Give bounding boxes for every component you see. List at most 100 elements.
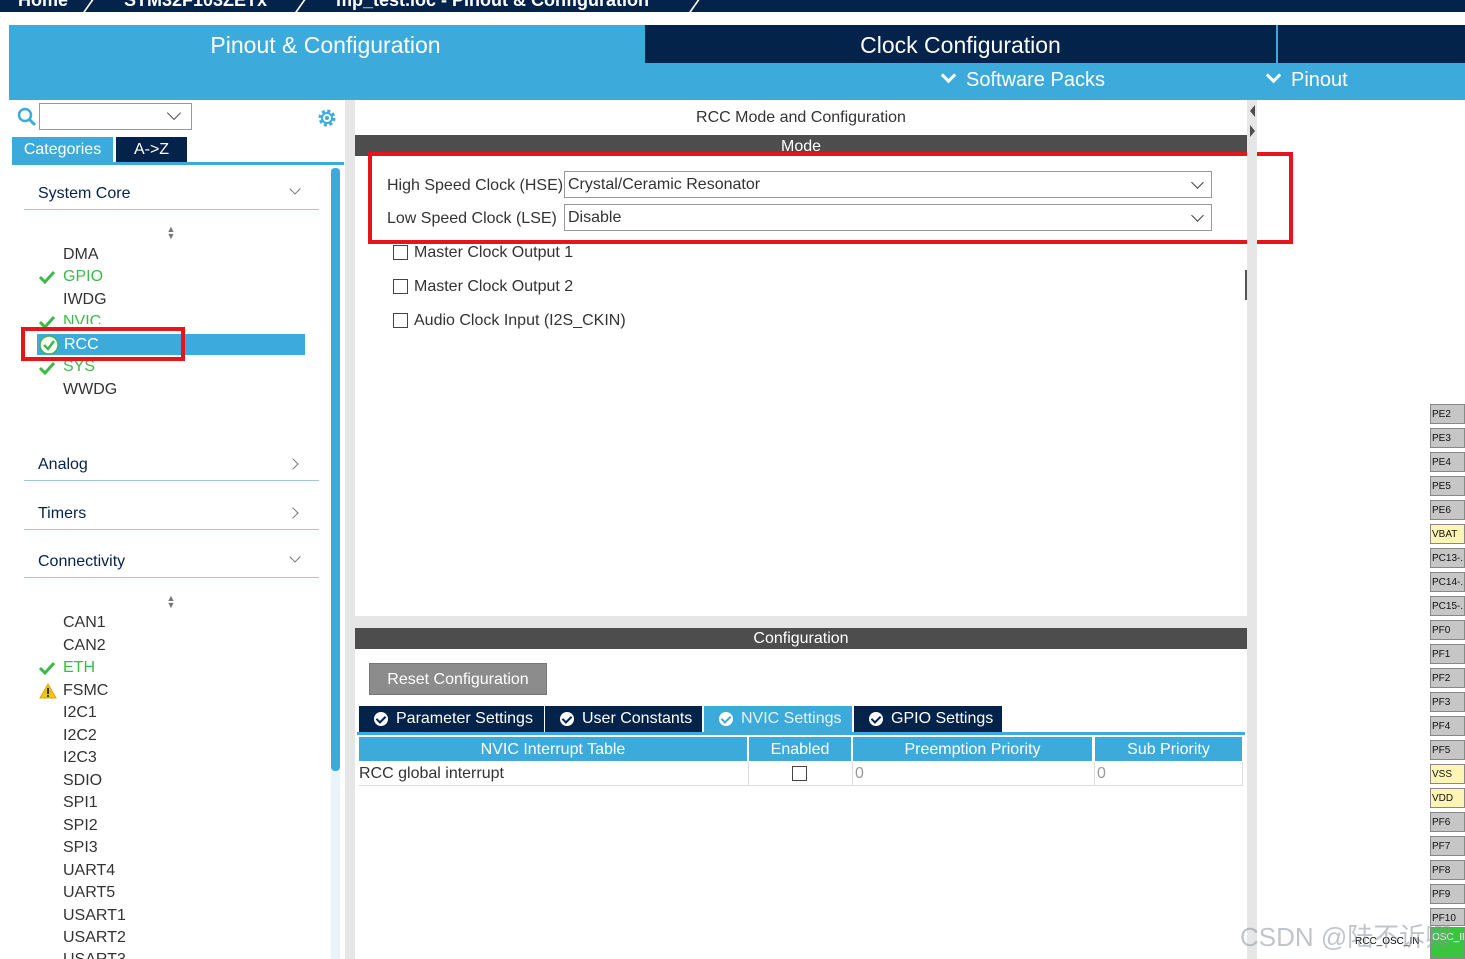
- audio-clock-checkbox[interactable]: [393, 313, 408, 328]
- tab-pinout-configuration[interactable]: Pinout & Configuration: [9, 25, 642, 63]
- breadcrumb-separator: [80, 0, 98, 12]
- main-tab-bar: Pinout & Configuration Clock Configurati…: [9, 25, 1465, 100]
- list-item-usart3[interactable]: USART3: [63, 951, 126, 959]
- list-item-can1[interactable]: CAN1: [63, 614, 106, 632]
- sort-icon[interactable]: ▲ ▼: [166, 225, 176, 241]
- gear-icon[interactable]: [316, 107, 338, 129]
- list-item-usart2[interactable]: USART2: [63, 929, 126, 947]
- scrollbar-thumb[interactable]: [331, 168, 340, 771]
- list-item-i2c1[interactable]: I2C1: [63, 704, 97, 722]
- list-item-sdio[interactable]: SDIO: [63, 772, 102, 790]
- pin-pf5[interactable]: PF5: [1430, 740, 1465, 760]
- splitter[interactable]: [355, 616, 1247, 628]
- list-item-can2[interactable]: CAN2: [63, 637, 106, 655]
- pin-vbat[interactable]: VBAT: [1430, 524, 1465, 544]
- pin-vdd[interactable]: VDD: [1430, 788, 1465, 808]
- list-item-uart4[interactable]: UART4: [63, 862, 115, 880]
- check-circle-icon: [560, 712, 574, 726]
- group-title: System Core: [38, 185, 131, 202]
- configuration-header[interactable]: Configuration: [355, 628, 1247, 649]
- pin-pe3[interactable]: PE3: [1430, 428, 1465, 448]
- group-connectivity[interactable]: Connectivity: [24, 548, 319, 578]
- search-input[interactable]: [39, 103, 192, 130]
- pin-pc14[interactable]: PC14-.: [1430, 572, 1465, 592]
- tab-label: User Constants: [582, 710, 693, 727]
- list-item-uart5[interactable]: UART5: [63, 884, 115, 902]
- sort-icon[interactable]: ▲ ▼: [166, 594, 176, 610]
- list-item-i2c2[interactable]: I2C2: [63, 727, 97, 745]
- tab-a-to-z[interactable]: A->Z: [116, 137, 187, 163]
- list-item-wwdg[interactable]: WWDG: [63, 381, 117, 399]
- pin-pe2[interactable]: PE2: [1430, 404, 1465, 424]
- enabled-checkbox[interactable]: [792, 766, 807, 781]
- pin-pe6[interactable]: PE6: [1430, 500, 1465, 520]
- pinout-menu-label: Pinout: [1291, 69, 1348, 91]
- mco1-checkbox[interactable]: [393, 245, 408, 260]
- list-item-gpio[interactable]: GPIO: [63, 268, 103, 286]
- list-item-spi2[interactable]: SPI2: [63, 817, 98, 835]
- pin-pc13[interactable]: PC13-.: [1430, 548, 1465, 568]
- breadcrumb-device[interactable]: STM32F103ZETx: [124, 0, 267, 11]
- software-packs-label: Software Packs: [966, 69, 1105, 91]
- pinout-menu[interactable]: Pinout: [1265, 67, 1348, 92]
- pin-vss[interactable]: VSS: [1430, 764, 1465, 784]
- column-header[interactable]: NVIC Interrupt Table: [359, 737, 747, 761]
- list-item-dma[interactable]: DMA: [63, 246, 99, 264]
- group-timers[interactable]: Timers: [24, 500, 319, 530]
- pin-pf8[interactable]: PF8: [1430, 860, 1465, 880]
- group-system-core[interactable]: System Core: [24, 180, 319, 210]
- list-item-spi1[interactable]: SPI1: [63, 794, 98, 812]
- warning-icon: [39, 683, 57, 699]
- pin-pe5[interactable]: PE5: [1430, 476, 1465, 496]
- column-header[interactable]: Preemption Priority: [853, 737, 1092, 761]
- table-cell-sub-priority[interactable]: 0: [1095, 762, 1243, 786]
- group-analog[interactable]: Analog: [24, 451, 319, 481]
- check-circle-icon: [869, 712, 883, 726]
- pin-pf9[interactable]: PF9: [1430, 884, 1465, 904]
- tab-extra[interactable]: [1278, 25, 1465, 63]
- pin-pf6[interactable]: PF6: [1430, 812, 1465, 832]
- table-cell-preemption[interactable]: 0: [853, 762, 1095, 786]
- list-item-iwdg[interactable]: IWDG: [63, 291, 107, 309]
- check-icon: [39, 361, 55, 375]
- pin-pe4[interactable]: PE4: [1430, 452, 1465, 472]
- tab-parameter-settings[interactable]: Parameter Settings: [359, 706, 544, 732]
- mco2-checkbox[interactable]: [393, 279, 408, 294]
- splitter-handle[interactable]: [1245, 270, 1247, 300]
- tab-categories[interactable]: Categories: [12, 137, 113, 163]
- pin-pf2[interactable]: PF2: [1430, 668, 1465, 688]
- search-icon[interactable]: [17, 107, 37, 127]
- breadcrumb-home[interactable]: Home: [18, 0, 68, 11]
- watermark: CSDN @陆不诉卿: [1240, 922, 1452, 952]
- list-item-fsmc[interactable]: FSMC: [63, 682, 108, 700]
- breadcrumb-project[interactable]: mp_test.ioc - Pinout & Configuration: [336, 0, 649, 11]
- column-header[interactable]: Sub Priority: [1095, 737, 1242, 761]
- tab-clock-configuration[interactable]: Clock Configuration: [645, 25, 1276, 63]
- list-item-eth[interactable]: ETH: [63, 659, 95, 677]
- table-cell-enabled: [749, 762, 853, 786]
- software-packs-menu[interactable]: Software Packs: [940, 67, 1105, 92]
- pin-pf3[interactable]: PF3: [1430, 692, 1465, 712]
- pin-pc15[interactable]: PC15-.: [1430, 596, 1465, 616]
- pin-pf0[interactable]: PF0: [1430, 620, 1465, 640]
- group-title: Timers: [38, 505, 87, 522]
- panel-divider[interactable]: [1247, 100, 1257, 959]
- list-item-i2c3[interactable]: I2C3: [63, 749, 97, 767]
- tab-user-constants[interactable]: User Constants: [545, 706, 702, 732]
- tab-label: Parameter Settings: [396, 710, 533, 727]
- collapse-icon[interactable]: [1247, 103, 1257, 139]
- pin-pf1[interactable]: PF1: [1430, 644, 1465, 664]
- list-item-spi3[interactable]: SPI3: [63, 839, 98, 857]
- reset-configuration-button[interactable]: Reset Configuration: [369, 663, 547, 695]
- tab-nvic-settings[interactable]: NVIC Settings: [704, 706, 852, 732]
- pin-pf7[interactable]: PF7: [1430, 836, 1465, 856]
- check-circle-icon: [374, 712, 388, 726]
- tab-gpio-settings[interactable]: GPIO Settings: [854, 706, 1002, 732]
- mco2-label: Master Clock Output 2: [414, 278, 574, 295]
- panel-divider[interactable]: [345, 100, 355, 959]
- column-header[interactable]: Enabled: [749, 737, 851, 761]
- list-item-nvic[interactable]: NVIC: [63, 313, 101, 324]
- list-item-usart1[interactable]: USART1: [63, 907, 126, 925]
- group-title: Analog: [38, 456, 88, 473]
- pin-pf4[interactable]: PF4: [1430, 716, 1465, 736]
